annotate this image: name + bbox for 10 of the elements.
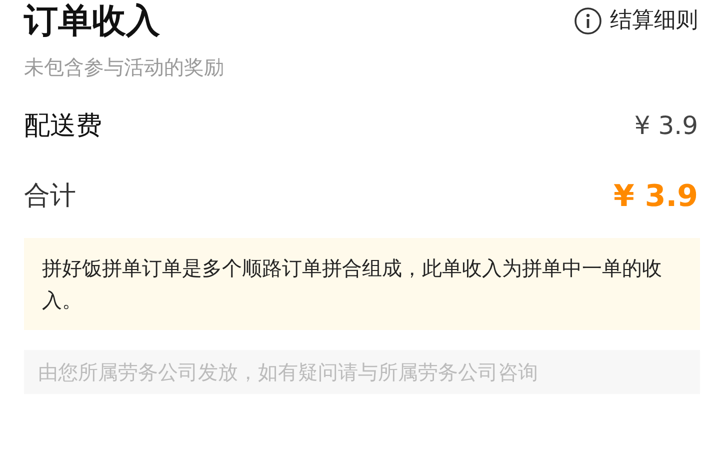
row-value: ¥ 3.9 xyxy=(614,178,698,216)
footer-note: 由您所属劳务公司发放，如有疑问请与所属劳务公司咨询 xyxy=(24,350,700,394)
page-title: 订单收入 xyxy=(24,0,160,42)
row-label: 配送费 xyxy=(24,110,102,142)
subtitle: 未包含参与活动的奖励 xyxy=(24,54,225,81)
settlement-rules-link[interactable]: 结算细则 xyxy=(574,4,698,37)
notice-box: 拼好饭拼单订单是多个顺路订单拼合组成，此单收入为拼单中一单的收入。 xyxy=(24,238,700,330)
row-value: ¥ 3.9 xyxy=(634,110,698,142)
info-icon xyxy=(574,6,602,34)
row-label: 合计 xyxy=(24,180,76,212)
